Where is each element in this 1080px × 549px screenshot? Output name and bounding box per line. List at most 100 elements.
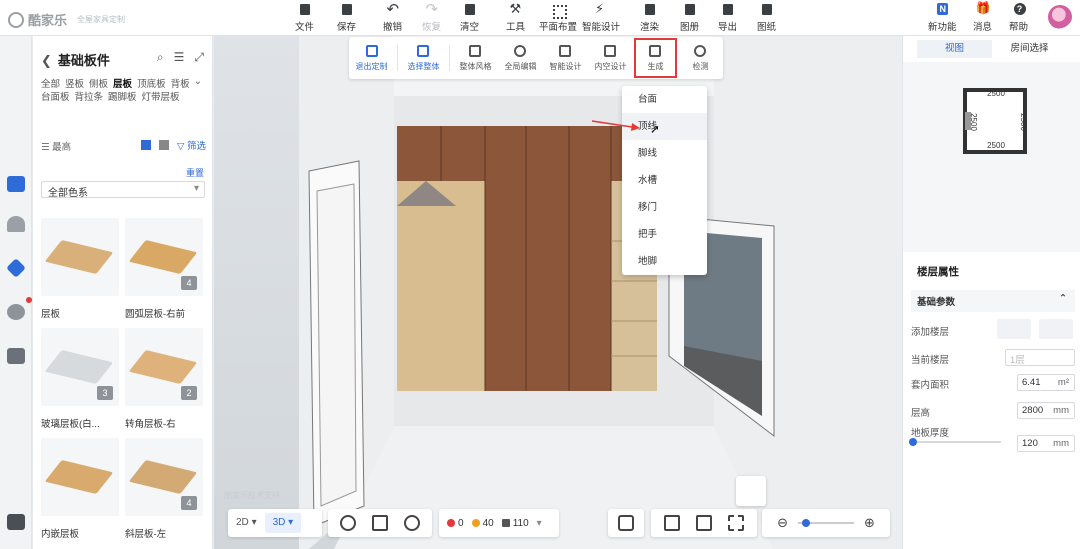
generate-menu-item[interactable]: 地脚 bbox=[622, 248, 707, 275]
category-9[interactable]: 灯带层板 bbox=[142, 92, 180, 103]
dim-left: 2500 bbox=[969, 113, 978, 131]
dim-bottom: 2500 bbox=[987, 141, 1005, 150]
tab-view[interactable]: 视图 bbox=[917, 40, 992, 58]
help-button[interactable]: 帮助 bbox=[1009, 3, 1028, 33]
category-2[interactable]: 侧板 bbox=[89, 79, 108, 90]
reset-link[interactable]: 重置 bbox=[186, 166, 204, 179]
chevron-down-icon[interactable]: ⌄ bbox=[194, 76, 202, 87]
category-0[interactable]: 全部 bbox=[41, 79, 60, 90]
bolt-icon bbox=[594, 1, 608, 17]
select-all-button[interactable]: 选择整体 bbox=[401, 37, 446, 79]
gallery-button[interactable]: 图册 bbox=[680, 3, 699, 33]
clear-button[interactable]: 清空 bbox=[460, 3, 479, 33]
expand-icon[interactable]: ⤢ bbox=[194, 50, 204, 65]
generate-button[interactable]: 生成 bbox=[633, 37, 678, 79]
generate-menu-item[interactable]: 脚线 bbox=[622, 140, 707, 167]
messages-button[interactable]: 消息 bbox=[973, 1, 992, 33]
save-button[interactable]: 保存 bbox=[337, 3, 356, 33]
check-button[interactable]: 检测 bbox=[678, 37, 723, 79]
generate-menu-item[interactable]: 移门 bbox=[622, 194, 707, 221]
gauge-icon[interactable] bbox=[404, 515, 420, 531]
user-icon[interactable] bbox=[7, 304, 25, 320]
add-floor-up-button[interactable] bbox=[997, 319, 1031, 339]
crown-icon[interactable] bbox=[7, 216, 25, 232]
undo-button[interactable]: 撤销 bbox=[383, 0, 402, 33]
cube-icon[interactable] bbox=[372, 515, 388, 531]
product-card[interactable]: 内嵌层板 bbox=[41, 438, 119, 540]
category-7[interactable]: 背拉条 bbox=[75, 92, 104, 103]
product-card[interactable]: 3 玻璃层板(白... bbox=[41, 328, 119, 430]
generate-menu-item[interactable]: 台面 bbox=[622, 86, 707, 113]
add-floor-down-button[interactable] bbox=[1039, 319, 1073, 339]
category-5[interactable]: 背板 bbox=[171, 79, 190, 90]
render-button[interactable]: 渲染 bbox=[640, 3, 659, 33]
generate-menu-item[interactable]: 把手 bbox=[622, 221, 707, 248]
zoom-out-icon[interactable]: ⊖ bbox=[777, 515, 788, 531]
layout-icon[interactable] bbox=[7, 514, 25, 530]
filter-button[interactable]: ▽ 筛选 bbox=[177, 138, 206, 152]
smart-design-button[interactable]: 智能设计 bbox=[582, 1, 620, 33]
app-logo[interactable]: 酷家乐 全屋家具定制 bbox=[8, 10, 125, 29]
interior-icon bbox=[604, 44, 617, 57]
cabinet-icon[interactable] bbox=[7, 176, 25, 192]
tools-button[interactable]: 工具 bbox=[506, 1, 525, 33]
check-icon bbox=[694, 44, 707, 57]
drawing-button[interactable]: 图纸 bbox=[757, 3, 776, 33]
new-features-button[interactable]: 新功能 bbox=[928, 3, 957, 33]
product-card[interactable]: 2 转角层板-右 bbox=[125, 328, 203, 430]
category-4[interactable]: 顶底板 bbox=[137, 79, 166, 90]
area-input[interactable]: 6.41 m² bbox=[1017, 374, 1075, 391]
floorplan-button[interactable]: 平面布置 bbox=[539, 3, 577, 33]
camera-settings-icon[interactable] bbox=[696, 515, 712, 531]
list-view-icon[interactable] bbox=[159, 140, 170, 150]
product-card[interactable]: 4 圆弧层板-右前 bbox=[125, 218, 203, 320]
height-input[interactable]: 2800 mm bbox=[1017, 402, 1075, 419]
category-3[interactable]: 层板 bbox=[113, 79, 132, 90]
basic-params-header[interactable]: 基础参数 ⌃ bbox=[911, 290, 1075, 312]
status-bar[interactable]: 0 40 110 ▾ bbox=[439, 509, 559, 537]
floating-cabinet-button[interactable] bbox=[736, 476, 766, 506]
file-button[interactable]: 文件 bbox=[295, 3, 314, 33]
category-8[interactable]: 踢脚板 bbox=[108, 92, 137, 103]
product-name: 圆弧层板-右前 bbox=[125, 309, 186, 320]
avatar[interactable] bbox=[1048, 5, 1072, 29]
storage-icon[interactable] bbox=[7, 348, 25, 364]
product-card[interactable]: 4 斜层板-左 bbox=[125, 438, 203, 540]
redo-button[interactable]: 恢复 bbox=[422, 0, 441, 33]
exit-custom-button[interactable]: 退出定制 bbox=[349, 37, 394, 79]
back-icon[interactable]: ❮ bbox=[41, 53, 52, 68]
model-icon[interactable] bbox=[6, 258, 26, 278]
tab-room-select[interactable]: 房间选择 bbox=[992, 40, 1067, 58]
category-1[interactable]: 竖板 bbox=[65, 79, 84, 90]
global-edit-button[interactable]: 全局编辑 bbox=[498, 37, 543, 79]
export-button[interactable]: 导出 bbox=[718, 3, 737, 33]
grid-view-icon[interactable] bbox=[141, 140, 152, 150]
product-name: 玻璃层板(白... bbox=[41, 419, 100, 430]
sort-select[interactable]: 最高 bbox=[52, 142, 71, 153]
zoom-in-icon[interactable]: ⊕ bbox=[864, 515, 875, 531]
smart-design-tool-button[interactable]: 智能设计 bbox=[543, 37, 588, 79]
interior-design-button[interactable]: 内空设计 bbox=[588, 37, 633, 79]
mode-2d-button[interactable]: 2D ▾ bbox=[228, 513, 265, 533]
style-button[interactable]: 整体风格 bbox=[453, 37, 498, 79]
product-card[interactable]: 层板 bbox=[41, 218, 119, 320]
category-6[interactable]: 台面板 bbox=[41, 92, 70, 103]
3d-viewport[interactable]: 酷家乐技术支持 bbox=[214, 36, 902, 549]
thickness-slider[interactable] bbox=[909, 438, 1001, 446]
color-select[interactable]: 全部色系 bbox=[41, 181, 205, 199]
add-floor-row: 添加楼层 bbox=[911, 319, 1075, 339]
camera-reset-icon[interactable] bbox=[664, 515, 680, 531]
zoom-slider[interactable] bbox=[798, 519, 854, 527]
mode-3d-button[interactable]: 3D ▾ bbox=[264, 513, 302, 533]
minimap[interactable]: 2500 2500 2500 2500 bbox=[903, 62, 1080, 252]
focus-icon[interactable] bbox=[728, 515, 744, 531]
zoom-knob[interactable] bbox=[802, 519, 810, 527]
current-floor-select[interactable]: 1层 bbox=[1005, 349, 1075, 366]
eye-icon[interactable] bbox=[340, 515, 356, 531]
search-icon[interactable]: ⌕ bbox=[157, 50, 164, 65]
generate-menu-item[interactable]: 水槽 bbox=[622, 167, 707, 194]
list-icon[interactable]: ☰ bbox=[174, 50, 185, 65]
toggle-icon[interactable] bbox=[618, 515, 634, 531]
thickness-input[interactable]: 120 mm bbox=[1017, 435, 1075, 452]
slider-knob[interactable] bbox=[909, 438, 917, 446]
